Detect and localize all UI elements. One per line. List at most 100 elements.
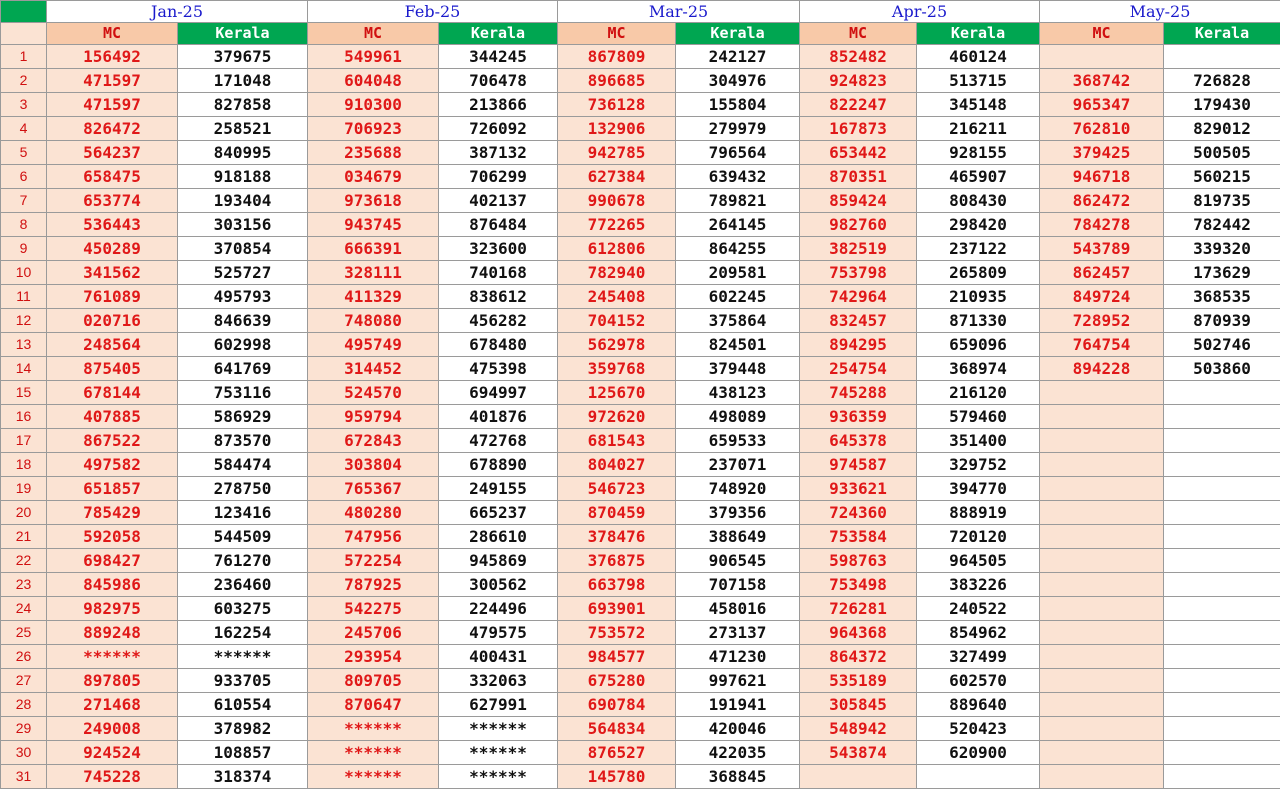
row-number[interactable]: 8 xyxy=(1,213,47,237)
kerala-cell[interactable]: 438123 xyxy=(676,381,800,405)
row-number[interactable]: 22 xyxy=(1,549,47,573)
kerala-column-header[interactable]: Kerala xyxy=(178,23,308,45)
kerala-cell[interactable]: ****** xyxy=(439,765,558,789)
kerala-cell[interactable]: 495793 xyxy=(178,285,308,309)
kerala-cell[interactable]: 240522 xyxy=(917,597,1040,621)
mc-cell[interactable]: 852482 xyxy=(800,45,917,69)
mc-cell[interactable]: 145780 xyxy=(558,765,676,789)
month-header[interactable]: Feb-25 xyxy=(308,1,558,23)
kerala-cell[interactable]: 370854 xyxy=(178,237,308,261)
mc-cell[interactable] xyxy=(800,765,917,789)
kerala-cell[interactable]: 388649 xyxy=(676,525,800,549)
kerala-cell[interactable]: 659096 xyxy=(917,333,1040,357)
mc-cell[interactable]: 894228 xyxy=(1040,357,1164,381)
mc-cell[interactable]: 982760 xyxy=(800,213,917,237)
kerala-cell[interactable]: 694997 xyxy=(439,381,558,405)
kerala-cell[interactable]: 209581 xyxy=(676,261,800,285)
row-number[interactable]: 13 xyxy=(1,333,47,357)
mc-cell[interactable] xyxy=(1040,645,1164,669)
mc-cell[interactable]: 764754 xyxy=(1040,333,1164,357)
kerala-cell[interactable]: 460124 xyxy=(917,45,1040,69)
row-number[interactable]: 24 xyxy=(1,597,47,621)
kerala-cell[interactable]: 627991 xyxy=(439,693,558,717)
mc-cell[interactable] xyxy=(1040,429,1164,453)
mc-cell[interactable]: 809705 xyxy=(308,669,439,693)
mc-cell[interactable]: 698427 xyxy=(47,549,178,573)
kerala-cell[interactable]: 498089 xyxy=(676,405,800,429)
kerala-cell[interactable] xyxy=(917,765,1040,789)
kerala-cell[interactable]: 475398 xyxy=(439,357,558,381)
kerala-cell[interactable]: 422035 xyxy=(676,741,800,765)
kerala-cell[interactable]: 964505 xyxy=(917,549,1040,573)
mc-cell[interactable]: 936359 xyxy=(800,405,917,429)
kerala-cell[interactable]: 236460 xyxy=(178,573,308,597)
kerala-cell[interactable]: 329752 xyxy=(917,453,1040,477)
mc-cell[interactable]: 897805 xyxy=(47,669,178,693)
kerala-cell[interactable]: 242127 xyxy=(676,45,800,69)
row-number[interactable]: 7 xyxy=(1,189,47,213)
kerala-cell[interactable]: 808430 xyxy=(917,189,1040,213)
mc-column-header[interactable]: MC xyxy=(308,23,439,45)
kerala-cell[interactable] xyxy=(1164,453,1280,477)
mc-cell[interactable]: 645378 xyxy=(800,429,917,453)
mc-cell[interactable]: 020716 xyxy=(47,309,178,333)
mc-cell[interactable] xyxy=(1040,621,1164,645)
mc-cell[interactable]: 745228 xyxy=(47,765,178,789)
mc-cell[interactable]: 826472 xyxy=(47,117,178,141)
mc-cell[interactable] xyxy=(1040,525,1164,549)
mc-cell[interactable]: 762810 xyxy=(1040,117,1164,141)
kerala-cell[interactable]: 796564 xyxy=(676,141,800,165)
row-number[interactable]: 5 xyxy=(1,141,47,165)
mc-cell[interactable]: 870647 xyxy=(308,693,439,717)
kerala-cell[interactable]: 383226 xyxy=(917,573,1040,597)
kerala-cell[interactable]: 827858 xyxy=(178,93,308,117)
mc-cell[interactable]: 745288 xyxy=(800,381,917,405)
row-number[interactable]: 28 xyxy=(1,693,47,717)
kerala-cell[interactable]: 502746 xyxy=(1164,333,1280,357)
row-number[interactable]: 18 xyxy=(1,453,47,477)
kerala-cell[interactable]: 602570 xyxy=(917,669,1040,693)
mc-cell[interactable]: 598763 xyxy=(800,549,917,573)
mc-cell[interactable]: ****** xyxy=(47,645,178,669)
kerala-cell[interactable]: 864255 xyxy=(676,237,800,261)
kerala-cell[interactable]: 264145 xyxy=(676,213,800,237)
mc-cell[interactable]: 592058 xyxy=(47,525,178,549)
kerala-cell[interactable]: 602998 xyxy=(178,333,308,357)
kerala-cell[interactable]: 332063 xyxy=(439,669,558,693)
mc-cell[interactable]: 125670 xyxy=(558,381,676,405)
mc-cell[interactable]: 543789 xyxy=(1040,237,1164,261)
row-number[interactable]: 20 xyxy=(1,501,47,525)
mc-cell[interactable]: 663798 xyxy=(558,573,676,597)
kerala-cell[interactable]: 345148 xyxy=(917,93,1040,117)
kerala-cell[interactable]: 819735 xyxy=(1164,189,1280,213)
kerala-cell[interactable]: 344245 xyxy=(439,45,558,69)
mc-cell[interactable]: 450289 xyxy=(47,237,178,261)
mc-cell[interactable]: 772265 xyxy=(558,213,676,237)
mc-cell[interactable] xyxy=(1040,405,1164,429)
kerala-cell[interactable]: 379356 xyxy=(676,501,800,525)
mc-cell[interactable]: 480280 xyxy=(308,501,439,525)
mc-cell[interactable]: 726281 xyxy=(800,597,917,621)
kerala-cell[interactable]: 525727 xyxy=(178,261,308,285)
kerala-cell[interactable]: 278750 xyxy=(178,477,308,501)
kerala-cell[interactable]: 740168 xyxy=(439,261,558,285)
kerala-cell[interactable]: 318374 xyxy=(178,765,308,789)
mc-cell[interactable]: 359768 xyxy=(558,357,676,381)
month-header[interactable]: May-25 xyxy=(1040,1,1280,23)
mc-cell[interactable]: 564237 xyxy=(47,141,178,165)
row-number[interactable]: 11 xyxy=(1,285,47,309)
mc-cell[interactable]: 604048 xyxy=(308,69,439,93)
mc-cell[interactable]: 245408 xyxy=(558,285,676,309)
kerala-cell[interactable]: 641769 xyxy=(178,357,308,381)
kerala-cell[interactable]: 378982 xyxy=(178,717,308,741)
mc-cell[interactable]: 974587 xyxy=(800,453,917,477)
mc-cell[interactable]: 849724 xyxy=(1040,285,1164,309)
mc-cell[interactable]: 495749 xyxy=(308,333,439,357)
kerala-cell[interactable]: 420046 xyxy=(676,717,800,741)
mc-cell[interactable]: 862472 xyxy=(1040,189,1164,213)
mc-cell[interactable] xyxy=(1040,381,1164,405)
mc-cell[interactable]: 753572 xyxy=(558,621,676,645)
kerala-cell[interactable]: 520423 xyxy=(917,717,1040,741)
mc-cell[interactable]: 672843 xyxy=(308,429,439,453)
kerala-cell[interactable]: 237071 xyxy=(676,453,800,477)
